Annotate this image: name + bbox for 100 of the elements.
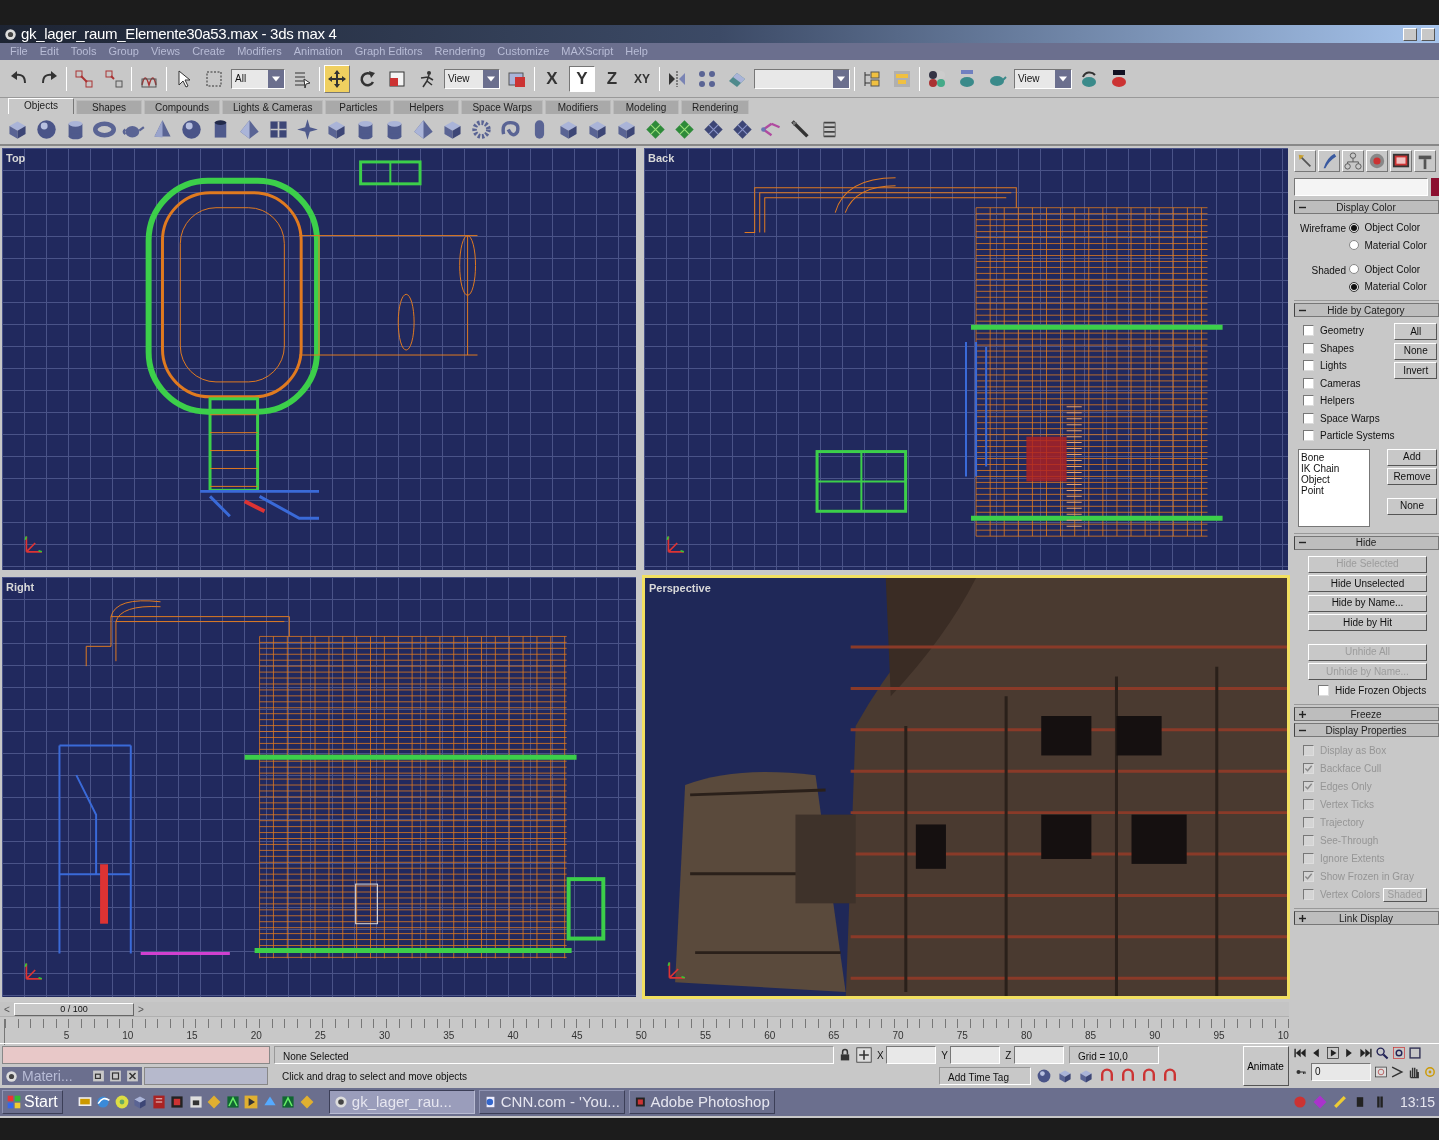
reference-coordinate-dropdown[interactable]: View [444, 68, 500, 89]
checkbox[interactable]: Cameras [1303, 375, 1395, 391]
coordinate-field[interactable] [886, 1046, 937, 1064]
time-tag-field[interactable]: Add Time Tag [939, 1067, 1031, 1085]
checkbox[interactable]: Geometry [1303, 323, 1395, 338]
axis-constraint-button[interactable]: X [539, 65, 565, 92]
viewport-label[interactable]: Right [6, 579, 35, 596]
viewport[interactable]: Top [0, 146, 638, 572]
tab[interactable]: Modeling [613, 100, 680, 114]
list-item[interactable]: IK Chain Object [1301, 462, 1367, 485]
cube-icon[interactable] [132, 1094, 149, 1110]
checkbox[interactable]: Lights [1303, 358, 1395, 373]
taskbar-button[interactable]: Adobe Photoshop [628, 1090, 775, 1114]
sphere-icon[interactable] [180, 117, 203, 141]
magnet-icon[interactable] [1141, 1068, 1157, 1084]
tray-icon[interactable] [1331, 1094, 1348, 1110]
list-item[interactable]: Point [1301, 484, 1367, 496]
render-scene-icon[interactable] [957, 68, 977, 89]
tab[interactable]: Objects [8, 98, 74, 114]
restore-icon[interactable] [92, 1070, 105, 1082]
play-icon[interactable] [243, 1094, 260, 1110]
arrow-icon[interactable] [1296, 152, 1314, 170]
button[interactable]: None [1387, 497, 1437, 515]
diamond-icon[interactable] [673, 117, 696, 141]
absolute-mode-icon[interactable] [856, 1047, 872, 1063]
go-to-start-icon[interactable] [1292, 1046, 1307, 1060]
button[interactable]: Add [1387, 448, 1437, 466]
tab[interactable]: Space Warps [461, 100, 544, 114]
rollout-header[interactable]: Display Color [1294, 200, 1439, 214]
diamond-icon[interactable] [644, 117, 667, 141]
restore-button[interactable] [1421, 27, 1435, 41]
gear-icon[interactable] [470, 117, 493, 141]
category-list[interactable]: Bone IK Chain Object Point [1298, 448, 1370, 527]
close-icon[interactable] [126, 1070, 139, 1082]
box-icon[interactable] [1078, 1068, 1094, 1084]
time-config-icon[interactable] [1373, 1065, 1388, 1079]
animate-button[interactable]: Animate [1242, 1046, 1289, 1086]
checkbox[interactable]: Shapes [1303, 340, 1395, 356]
rollout-header[interactable]: Freeze [1294, 707, 1439, 721]
move-icon[interactable] [327, 68, 347, 89]
time-slider-thumb[interactable]: 0 / 100 [14, 1002, 134, 1016]
sphere-icon[interactable] [1036, 1068, 1052, 1084]
track-view-icon[interactable] [862, 68, 882, 89]
field-of-view-icon[interactable] [1390, 1065, 1404, 1079]
frame-field[interactable]: 0 [1311, 1063, 1371, 1081]
start-button[interactable]: Start [2, 1090, 63, 1114]
button[interactable]: Hide by Hit [1308, 614, 1427, 631]
axis-constraint-button[interactable]: XY [629, 65, 655, 92]
next-frame-button[interactable]: > [136, 1001, 146, 1017]
radio-button[interactable]: Material Color [1348, 279, 1427, 294]
pyramid-icon[interactable] [412, 117, 435, 141]
array-icon[interactable] [697, 68, 717, 89]
checkbox[interactable]: Space Warps [1303, 410, 1395, 426]
sphere-icon[interactable] [35, 117, 58, 141]
viewport[interactable]: Perspective [642, 575, 1290, 999]
axis-constraint-button[interactable]: Z [599, 65, 625, 92]
viewport-label[interactable]: Back [648, 150, 675, 167]
zoom-icon[interactable] [1375, 1046, 1389, 1060]
zoom-all-icon[interactable] [1391, 1046, 1406, 1060]
color-swatch[interactable] [1431, 178, 1439, 196]
unlink-icon[interactable] [104, 68, 124, 89]
chat-icon[interactable] [113, 1094, 130, 1110]
button[interactable]: Hide Unselected [1308, 575, 1427, 592]
star-icon[interactable] [296, 117, 319, 141]
button[interactable]: Hide by Name... [1308, 594, 1427, 612]
axis-constraint-button[interactable]: Y [569, 65, 595, 92]
previous-frame-button[interactable]: < [2, 1001, 12, 1017]
time-slider-track[interactable]: < 0 / 100 > [0, 1002, 1289, 1017]
tab[interactable]: Lights & Cameras [221, 100, 324, 114]
wheel-icon[interactable] [1368, 152, 1386, 170]
scale-icon[interactable] [387, 68, 407, 89]
browser-icon[interactable] [95, 1094, 112, 1110]
monitor-icon[interactable] [1392, 152, 1410, 170]
coordinate-field[interactable] [1013, 1046, 1064, 1064]
checkbox[interactable]: Particle Systems [1303, 428, 1395, 443]
tab[interactable]: Particles [325, 100, 392, 114]
material-spheres-icon[interactable] [927, 68, 947, 89]
button[interactable]: Remove [1387, 468, 1437, 485]
viewport-label[interactable]: Top [6, 150, 26, 167]
rollout-header[interactable]: Hide by Category [1294, 303, 1439, 317]
listener-field[interactable] [2, 1046, 270, 1064]
render-frame-icon[interactable] [1109, 68, 1129, 89]
mirror-icon[interactable] [667, 68, 687, 89]
tab[interactable]: Shapes [76, 100, 142, 114]
diamond-icon[interactable] [731, 117, 754, 141]
button[interactable]: Invert [1394, 362, 1437, 379]
render-type-dropdown[interactable]: View [1014, 68, 1072, 89]
rollout-header[interactable]: Display Properties [1294, 723, 1439, 737]
rollout-header[interactable]: Link Display [1294, 911, 1439, 925]
minimize-button[interactable] [1403, 27, 1417, 41]
pyramid-icon[interactable] [238, 117, 261, 141]
render-last-icon[interactable] [1079, 68, 1099, 89]
region-select-icon[interactable] [204, 68, 224, 89]
play-icon[interactable] [1325, 1046, 1340, 1060]
checkbox[interactable]: Hide Frozen Objects [1318, 683, 1437, 698]
hierarchy-icon[interactable] [1344, 152, 1362, 170]
diamond-icon[interactable] [702, 117, 725, 141]
selection-filter-dropdown[interactable]: All [231, 68, 285, 89]
zoom-extents-icon[interactable] [1408, 1046, 1422, 1060]
button[interactable]: None [1394, 342, 1437, 360]
